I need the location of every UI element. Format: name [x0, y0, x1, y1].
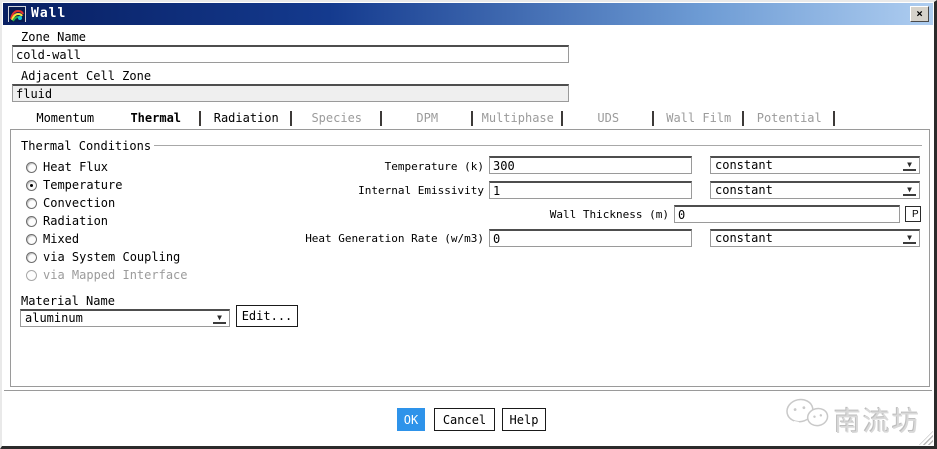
tab-potential: Potential [744, 110, 835, 128]
radio-temperature[interactable]: Temperature [26, 178, 122, 194]
radio-via-mapped-interface: via Mapped Interface [26, 268, 188, 284]
close-button[interactable]: × [910, 6, 929, 22]
tab-dpm: DPM [382, 110, 473, 128]
temperature-method-select[interactable]: constant ▼ [710, 156, 920, 174]
radio-radiation[interactable]: Radiation [26, 214, 108, 230]
tab-wall-film: Wall Film [654, 110, 745, 128]
tab-uds: UDS [563, 110, 654, 128]
wechat-icon [784, 394, 832, 436]
zone-name-input[interactable] [12, 45, 569, 63]
profile-button[interactable]: P [905, 206, 921, 222]
tab-species: Species [292, 110, 383, 128]
radio-button-icon[interactable] [26, 216, 37, 227]
heat-generation-rate-input[interactable] [489, 229, 692, 247]
edit-button[interactable]: Edit... [236, 305, 298, 327]
radio-heat-flux[interactable]: Heat Flux [26, 160, 108, 176]
thermal-conditions-label: Thermal Conditions [21, 139, 155, 153]
radio-convection[interactable]: Convection [26, 196, 115, 212]
temperature-label: Temperature (k) [224, 160, 484, 173]
material-name-select[interactable]: aluminum ▼ [20, 309, 230, 327]
watermark-text: 南流坊 [834, 400, 921, 439]
radio-button-selected-icon[interactable] [26, 180, 37, 191]
temperature-input[interactable] [489, 156, 692, 174]
wall-thickness-input[interactable] [674, 205, 900, 223]
titlebar[interactable]: Wall × [3, 3, 933, 25]
tab-thermal[interactable]: Thermal [111, 110, 202, 128]
radio-mixed[interactable]: Mixed [26, 232, 79, 248]
dropdown-arrow-icon[interactable]: ▼ [903, 160, 916, 171]
window-title: Wall [31, 6, 66, 21]
radio-button-disabled-icon [26, 270, 37, 281]
radio-button-icon[interactable] [26, 252, 37, 263]
heat-generation-rate-label: Heat Generation Rate (w/m3) [224, 232, 484, 245]
internal-emissivity-label: Internal Emissivity [224, 184, 484, 197]
tab-bar: Momentum Thermal Radiation Species DPM M… [20, 110, 835, 128]
fluent-app-icon [8, 6, 26, 22]
tab-radiation[interactable]: Radiation [201, 110, 292, 128]
radio-button-icon[interactable] [26, 198, 37, 209]
group-divider [154, 145, 922, 147]
tab-momentum[interactable]: Momentum [20, 110, 111, 128]
dropdown-arrow-icon[interactable]: ▼ [903, 233, 916, 244]
close-icon: × [916, 7, 923, 20]
wall-dialog: Wall × Zone Name Adjacent Cell Zone Mome… [0, 0, 937, 449]
internal-emissivity-method-select[interactable]: constant ▼ [710, 181, 920, 199]
radio-button-icon[interactable] [26, 162, 37, 173]
footer-divider [4, 390, 932, 392]
zone-name-label: Zone Name [21, 30, 86, 44]
help-button[interactable]: Help [502, 408, 546, 431]
wall-thickness-label: Wall Thickness (m) [409, 208, 669, 221]
adjacent-cell-zone-input [12, 84, 569, 102]
internal-emissivity-input[interactable] [489, 181, 692, 199]
radio-via-system-coupling[interactable]: via System Coupling [26, 250, 180, 266]
dropdown-arrow-icon[interactable]: ▼ [213, 313, 226, 324]
radio-button-icon[interactable] [26, 234, 37, 245]
cancel-button[interactable]: Cancel [434, 408, 495, 431]
material-name-label: Material Name [21, 294, 115, 308]
ok-button[interactable]: OK [397, 408, 425, 431]
tab-multiphase: Multiphase [473, 110, 564, 128]
watermark: 南流坊 [784, 394, 934, 438]
adjacent-cell-zone-label: Adjacent Cell Zone [21, 69, 151, 83]
heat-generation-method-select[interactable]: constant ▼ [710, 229, 920, 247]
dropdown-arrow-icon[interactable]: ▼ [903, 185, 916, 196]
